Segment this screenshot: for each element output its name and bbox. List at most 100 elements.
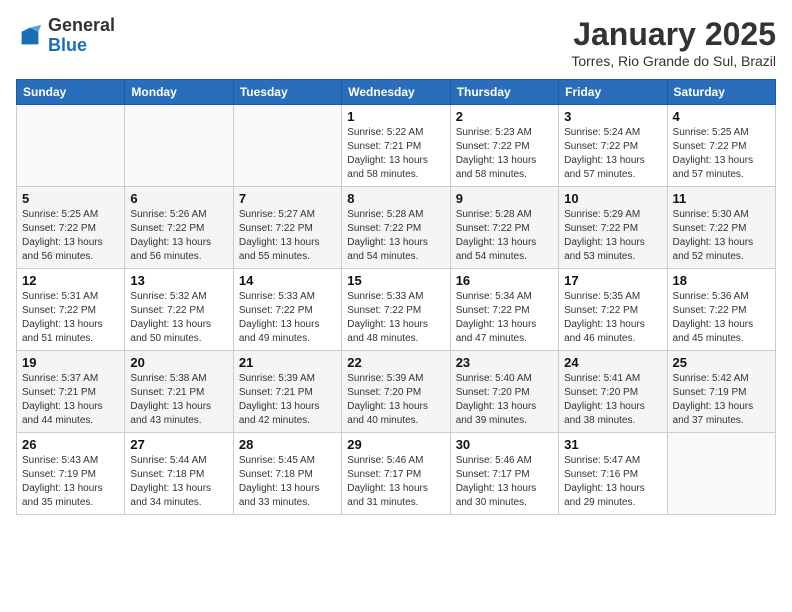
day-number: 18 <box>673 273 770 288</box>
day-number: 5 <box>22 191 119 206</box>
location: Torres, Rio Grande do Sul, Brazil <box>571 53 776 69</box>
day-info: Sunrise: 5:42 AM Sunset: 7:19 PM Dayligh… <box>673 372 770 428</box>
calendar-header-row: SundayMondayTuesdayWednesdayThursdayFrid… <box>17 80 776 105</box>
day-number: 17 <box>564 273 661 288</box>
day-info: Sunrise: 5:22 AM Sunset: 7:21 PM Dayligh… <box>347 126 444 182</box>
calendar-cell <box>17 105 125 187</box>
logo: General Blue <box>16 16 115 56</box>
day-number: 9 <box>456 191 553 206</box>
day-info: Sunrise: 5:28 AM Sunset: 7:22 PM Dayligh… <box>347 208 444 264</box>
calendar-cell: 24 Sunrise: 5:41 AM Sunset: 7:20 PM Dayli… <box>559 351 667 433</box>
day-info: Sunrise: 5:32 AM Sunset: 7:22 PM Dayligh… <box>130 290 227 346</box>
day-info: Sunrise: 5:44 AM Sunset: 7:18 PM Dayligh… <box>130 454 227 510</box>
day-info: Sunrise: 5:34 AM Sunset: 7:22 PM Dayligh… <box>456 290 553 346</box>
calendar-cell: 7 Sunrise: 5:27 AM Sunset: 7:22 PM Daylig… <box>233 187 341 269</box>
day-number: 21 <box>239 355 336 370</box>
calendar-cell: 30Sunrise: 5:46 AM Sunset: 7:17 PM Dayli… <box>450 433 558 515</box>
calendar-cell: 16 Sunrise: 5:34 AM Sunset: 7:22 PM Dayli… <box>450 269 558 351</box>
calendar-week-row: 26 Sunrise: 5:43 AM Sunset: 7:19 PM Dayli… <box>17 433 776 515</box>
calendar-cell: 18Sunrise: 5:36 AM Sunset: 7:22 PM Dayli… <box>667 269 775 351</box>
calendar-cell: 15Sunrise: 5:33 AM Sunset: 7:22 PM Dayli… <box>342 269 450 351</box>
weekday-header: Sunday <box>17 80 125 105</box>
day-number: 29 <box>347 437 444 452</box>
day-number: 15 <box>347 273 444 288</box>
day-number: 12 <box>22 273 119 288</box>
day-number: 8 <box>347 191 444 206</box>
day-number: 23 <box>456 355 553 370</box>
day-info: Sunrise: 5:40 AM Sunset: 7:20 PM Dayligh… <box>456 372 553 428</box>
weekday-header: Wednesday <box>342 80 450 105</box>
day-number: 11 <box>673 191 770 206</box>
calendar-cell: 17 Sunrise: 5:35 AM Sunset: 7:22 PM Dayli… <box>559 269 667 351</box>
calendar-week-row: 12Sunrise: 5:31 AM Sunset: 7:22 PM Dayli… <box>17 269 776 351</box>
calendar-cell: 14Sunrise: 5:33 AM Sunset: 7:22 PM Dayli… <box>233 269 341 351</box>
calendar-cell: 19 Sunrise: 5:37 AM Sunset: 7:21 PM Dayli… <box>17 351 125 433</box>
day-info: Sunrise: 5:46 AM Sunset: 7:17 PM Dayligh… <box>456 454 553 510</box>
calendar-body: 1Sunrise: 5:22 AM Sunset: 7:21 PM Daylig… <box>17 105 776 515</box>
day-info: Sunrise: 5:37 AM Sunset: 7:21 PM Dayligh… <box>22 372 119 428</box>
day-number: 27 <box>130 437 227 452</box>
day-info: Sunrise: 5:43 AM Sunset: 7:19 PM Dayligh… <box>22 454 119 510</box>
day-number: 25 <box>673 355 770 370</box>
calendar-week-row: 5 Sunrise: 5:25 AM Sunset: 7:22 PM Daylig… <box>17 187 776 269</box>
day-number: 2 <box>456 109 553 124</box>
day-number: 16 <box>456 273 553 288</box>
calendar-cell: 5 Sunrise: 5:25 AM Sunset: 7:22 PM Daylig… <box>17 187 125 269</box>
day-info: Sunrise: 5:30 AM Sunset: 7:22 PM Dayligh… <box>673 208 770 264</box>
calendar-cell: 31Sunrise: 5:47 AM Sunset: 7:16 PM Dayli… <box>559 433 667 515</box>
day-info: Sunrise: 5:47 AM Sunset: 7:16 PM Dayligh… <box>564 454 661 510</box>
day-info: Sunrise: 5:35 AM Sunset: 7:22 PM Dayligh… <box>564 290 661 346</box>
day-info: Sunrise: 5:25 AM Sunset: 7:22 PM Dayligh… <box>673 126 770 182</box>
weekday-header: Tuesday <box>233 80 341 105</box>
calendar-cell: 9 Sunrise: 5:28 AM Sunset: 7:22 PM Daylig… <box>450 187 558 269</box>
calendar-week-row: 1Sunrise: 5:22 AM Sunset: 7:21 PM Daylig… <box>17 105 776 187</box>
calendar-week-row: 19 Sunrise: 5:37 AM Sunset: 7:21 PM Dayli… <box>17 351 776 433</box>
calendar-cell: 10 Sunrise: 5:29 AM Sunset: 7:22 PM Dayli… <box>559 187 667 269</box>
day-number: 26 <box>22 437 119 452</box>
day-info: Sunrise: 5:23 AM Sunset: 7:22 PM Dayligh… <box>456 126 553 182</box>
weekday-header: Thursday <box>450 80 558 105</box>
day-number: 3 <box>564 109 661 124</box>
logo-text: General Blue <box>48 16 115 56</box>
day-info: Sunrise: 5:33 AM Sunset: 7:22 PM Dayligh… <box>239 290 336 346</box>
calendar-cell: 29 Sunrise: 5:46 AM Sunset: 7:17 PM Dayli… <box>342 433 450 515</box>
calendar-cell: 6Sunrise: 5:26 AM Sunset: 7:22 PM Daylig… <box>125 187 233 269</box>
weekday-header: Friday <box>559 80 667 105</box>
day-info: Sunrise: 5:28 AM Sunset: 7:22 PM Dayligh… <box>456 208 553 264</box>
calendar-cell: 12Sunrise: 5:31 AM Sunset: 7:22 PM Dayli… <box>17 269 125 351</box>
calendar-cell: 20Sunrise: 5:38 AM Sunset: 7:21 PM Dayli… <box>125 351 233 433</box>
calendar-cell <box>233 105 341 187</box>
page-header: General Blue January 2025 Torres, Rio Gr… <box>16 16 776 69</box>
day-number: 19 <box>22 355 119 370</box>
day-number: 10 <box>564 191 661 206</box>
day-info: Sunrise: 5:25 AM Sunset: 7:22 PM Dayligh… <box>22 208 119 264</box>
day-number: 13 <box>130 273 227 288</box>
calendar-table: SundayMondayTuesdayWednesdayThursdayFrid… <box>16 79 776 515</box>
day-number: 24 <box>564 355 661 370</box>
day-number: 7 <box>239 191 336 206</box>
calendar-cell: 3 Sunrise: 5:24 AM Sunset: 7:22 PM Daylig… <box>559 105 667 187</box>
calendar-cell: 23 Sunrise: 5:40 AM Sunset: 7:20 PM Dayli… <box>450 351 558 433</box>
calendar-cell: 22 Sunrise: 5:39 AM Sunset: 7:20 PM Dayli… <box>342 351 450 433</box>
day-info: Sunrise: 5:27 AM Sunset: 7:22 PM Dayligh… <box>239 208 336 264</box>
day-info: Sunrise: 5:29 AM Sunset: 7:22 PM Dayligh… <box>564 208 661 264</box>
day-info: Sunrise: 5:39 AM Sunset: 7:20 PM Dayligh… <box>347 372 444 428</box>
day-info: Sunrise: 5:45 AM Sunset: 7:18 PM Dayligh… <box>239 454 336 510</box>
day-number: 20 <box>130 355 227 370</box>
calendar-cell: 1Sunrise: 5:22 AM Sunset: 7:21 PM Daylig… <box>342 105 450 187</box>
calendar-cell: 4 Sunrise: 5:25 AM Sunset: 7:22 PM Daylig… <box>667 105 775 187</box>
calendar-cell <box>125 105 233 187</box>
calendar-cell: 25 Sunrise: 5:42 AM Sunset: 7:19 PM Dayli… <box>667 351 775 433</box>
weekday-header: Monday <box>125 80 233 105</box>
calendar-cell: 13 Sunrise: 5:32 AM Sunset: 7:22 PM Dayli… <box>125 269 233 351</box>
day-number: 4 <box>673 109 770 124</box>
calendar-cell: 27 Sunrise: 5:44 AM Sunset: 7:18 PM Dayli… <box>125 433 233 515</box>
calendar-cell: 2 Sunrise: 5:23 AM Sunset: 7:22 PM Daylig… <box>450 105 558 187</box>
calendar-cell: 26 Sunrise: 5:43 AM Sunset: 7:19 PM Dayli… <box>17 433 125 515</box>
day-number: 22 <box>347 355 444 370</box>
day-info: Sunrise: 5:46 AM Sunset: 7:17 PM Dayligh… <box>347 454 444 510</box>
day-info: Sunrise: 5:41 AM Sunset: 7:20 PM Dayligh… <box>564 372 661 428</box>
day-info: Sunrise: 5:24 AM Sunset: 7:22 PM Dayligh… <box>564 126 661 182</box>
month-title: January 2025 <box>571 16 776 53</box>
day-number: 6 <box>130 191 227 206</box>
